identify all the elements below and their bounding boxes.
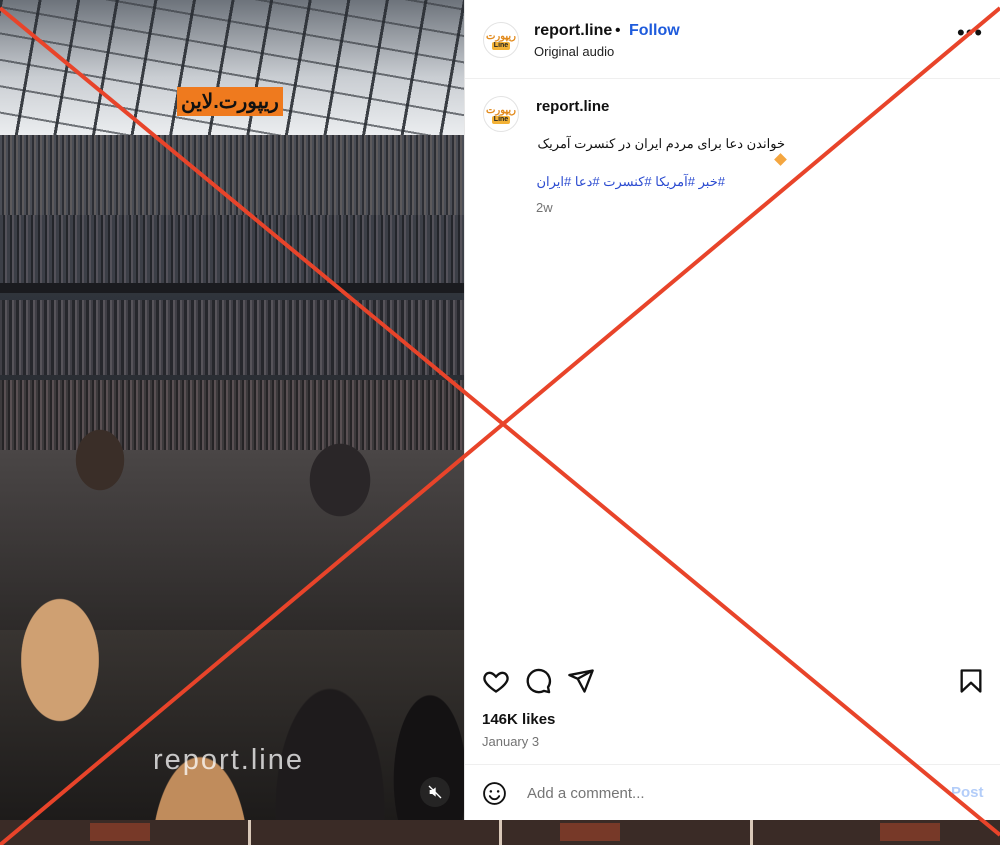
speaker-muted-icon bbox=[428, 785, 442, 799]
stadium-roof bbox=[0, 0, 464, 140]
action-bar bbox=[465, 663, 1000, 699]
likes-count[interactable]: 146K likes bbox=[482, 711, 555, 728]
share-icon[interactable] bbox=[567, 667, 595, 695]
header-separator: • bbox=[615, 22, 621, 39]
comment-input[interactable] bbox=[525, 784, 909, 803]
comment-bar: Post bbox=[465, 764, 1000, 821]
strip-glow bbox=[90, 823, 150, 841]
more-options-icon[interactable]: ••• bbox=[957, 20, 983, 46]
watermark-tag: ریپورت.لاین bbox=[177, 87, 283, 116]
strip-glow bbox=[560, 823, 620, 841]
avatar-logo-ar: ریپورت bbox=[485, 30, 517, 42]
post-date[interactable]: January 3 bbox=[482, 734, 539, 749]
post-header: ریپورت Line report.line • Follow Origina… bbox=[465, 0, 1000, 79]
watermark-text: report.line bbox=[153, 744, 304, 776]
hashtag[interactable]: #آمریکا bbox=[655, 174, 695, 189]
caption-avatar[interactable]: ریپورت Line bbox=[483, 96, 519, 132]
comment-icon[interactable] bbox=[524, 667, 552, 695]
hashtag[interactable]: #ایران bbox=[536, 174, 571, 189]
heart-icon[interactable] bbox=[482, 667, 510, 695]
caption-timestamp[interactable]: 2w bbox=[536, 200, 553, 215]
follow-button[interactable]: Follow bbox=[629, 22, 680, 40]
mute-button[interactable] bbox=[420, 777, 450, 807]
hashtag[interactable]: #خبر bbox=[699, 174, 725, 189]
background-strip bbox=[0, 820, 1000, 845]
stands-mid bbox=[0, 215, 464, 285]
hashtags: #خبر #آمریکا #کنسرت #دعا #ایران bbox=[535, 174, 725, 190]
caption-text: خواندن دعا برای مردم ایران در کنسرت آمری… bbox=[535, 136, 787, 167]
stands-upper bbox=[0, 135, 464, 215]
emoji-icon[interactable] bbox=[482, 781, 507, 806]
strip-glow bbox=[880, 823, 940, 841]
hashtag[interactable]: #کنسرت bbox=[603, 174, 651, 189]
post-comment-button[interactable]: Post bbox=[951, 784, 984, 801]
audio-label[interactable]: Original audio bbox=[534, 44, 614, 59]
post-panel: ریپورت Line report.line • Follow Origina… bbox=[464, 0, 1000, 820]
caption-username[interactable]: report.line bbox=[536, 98, 609, 115]
caption-body: خواندن دعا برای مردم ایران در کنسرت آمری… bbox=[537, 136, 785, 151]
avatar-logo-ar: ریپورت bbox=[485, 104, 517, 116]
header-username[interactable]: report.line bbox=[534, 22, 612, 40]
avatar[interactable]: ریپورت Line bbox=[483, 22, 519, 58]
video-player[interactable]: ریپورت.لاین report.line bbox=[0, 0, 464, 820]
hashtag[interactable]: #دعا bbox=[575, 174, 600, 189]
stands-ring bbox=[0, 283, 464, 293]
avatar-logo-en: Line bbox=[491, 41, 511, 50]
diamond-emoji-icon bbox=[774, 153, 787, 166]
bookmark-icon[interactable] bbox=[957, 667, 985, 695]
avatar-logo-en: Line bbox=[491, 115, 511, 124]
